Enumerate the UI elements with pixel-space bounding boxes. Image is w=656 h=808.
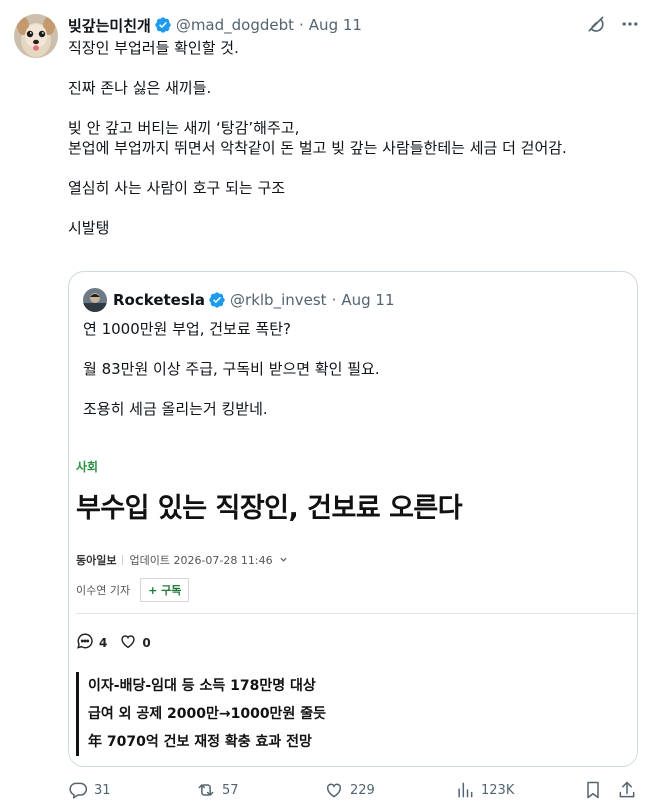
tweet-line: 시발탱 bbox=[68, 219, 110, 237]
summary-line: 급여 외 공제 2000만→1000만원 줄듯 bbox=[88, 706, 326, 722]
tweet-line: 열심히 사는 사람이 호구 되는 구조 bbox=[68, 179, 286, 197]
quoted-line: 조용히 세금 올리는거 킹받네. bbox=[83, 400, 268, 418]
byline-divider bbox=[122, 555, 124, 565]
views-icon bbox=[455, 780, 475, 800]
article-section: 사회 bbox=[76, 460, 99, 474]
tweet-header: 빚갚는미친개 @mad_dogdebt · Aug 11 bbox=[68, 14, 640, 36]
article-headline: 부수입 있는 직장인, 건보료 오른다 bbox=[76, 493, 463, 524]
reply-icon bbox=[68, 780, 88, 800]
quoted-text: 연 1000만원 부업, 건보료 폭탄? 월 83만원 이상 주급, 구독비 받… bbox=[83, 319, 380, 419]
article-comment-count: 4 bbox=[99, 635, 108, 650]
quoted-avatar[interactable] bbox=[83, 288, 107, 312]
like-icon bbox=[324, 780, 344, 800]
reply-button[interactable]: 31 bbox=[68, 780, 111, 800]
tweet-line: 본업에 부업까지 뛰면서 악착같이 돈 벌고 빚 갚는 사람들한테는 세금 더 … bbox=[68, 139, 567, 157]
article-summary: 이자-배당-임대 등 소득 178만명 대상 급여 외 공제 2000만→100… bbox=[76, 672, 326, 756]
bookmark-button[interactable] bbox=[583, 780, 603, 800]
article-comments: 4 bbox=[76, 632, 107, 653]
summary-line: 年 7070억 건보 재정 확충 효과 전망 bbox=[88, 734, 312, 750]
header-icons bbox=[586, 14, 640, 34]
article-stats: 4 0 bbox=[76, 632, 163, 653]
share-icon bbox=[617, 780, 637, 800]
share-button[interactable] bbox=[617, 780, 637, 800]
quoted-handle[interactable]: @rklb_invest bbox=[230, 291, 327, 309]
article-likes: 0 bbox=[119, 632, 151, 653]
timestamp[interactable]: Aug 11 bbox=[309, 16, 362, 34]
article-updated: 업데이트 2026-07-28 11:46 bbox=[129, 554, 273, 567]
article-reporter-row: 이수연 기자 + 구독 bbox=[76, 578, 190, 602]
chevron-down-icon bbox=[279, 554, 288, 567]
article-reporter: 이수연 기자 bbox=[76, 584, 131, 597]
verified-badge-icon bbox=[154, 16, 172, 34]
summary-line: 이자-배당-임대 등 소득 178만명 대상 bbox=[88, 678, 316, 694]
views-count: 123K bbox=[481, 782, 515, 798]
heart-icon bbox=[119, 632, 137, 653]
article-byline: 동아일보 업데이트 2026-07-28 11:46 bbox=[76, 552, 288, 568]
repost-count: 57 bbox=[222, 782, 239, 798]
grok-icon[interactable] bbox=[586, 14, 606, 34]
more-options-icon[interactable] bbox=[620, 14, 640, 34]
quoted-timestamp[interactable]: Aug 11 bbox=[341, 291, 394, 309]
like-count: 229 bbox=[350, 782, 375, 798]
quoted-header: Rocketesla @rklb_invest · Aug 11 bbox=[83, 288, 395, 312]
quoted-tweet[interactable]: Rocketesla @rklb_invest · Aug 11 연 1000만… bbox=[68, 271, 638, 767]
repost-icon bbox=[196, 780, 216, 800]
quoted-display-name[interactable]: Rocketesla bbox=[113, 291, 205, 309]
separator-dot: · bbox=[299, 16, 304, 34]
verified-badge-icon bbox=[208, 291, 226, 309]
quoted-line: 월 83만원 이상 주급, 구독비 받으면 확인 필요. bbox=[83, 360, 380, 378]
comment-icon bbox=[76, 632, 94, 653]
quoted-line: 연 1000만원 부업, 건보료 폭탄? bbox=[83, 320, 291, 338]
tweet-line: 빚 안 갚고 버티는 새끼 ‘탕감’해주고, bbox=[68, 119, 300, 137]
views-button[interactable]: 123K bbox=[455, 780, 514, 800]
subscribe-button: + 구독 bbox=[140, 578, 190, 602]
display-name[interactable]: 빚갚는미친개 bbox=[68, 15, 151, 36]
article-image[interactable]: 사회 부수입 있는 직장인, 건보료 오른다 동아일보 업데이트 2026-07… bbox=[69, 448, 637, 766]
like-button[interactable]: 229 bbox=[324, 780, 375, 800]
bookmark-icon bbox=[583, 780, 603, 800]
separator-dot: · bbox=[331, 291, 337, 309]
reply-count: 31 bbox=[94, 782, 111, 798]
article-divider bbox=[76, 613, 637, 614]
action-bar: 31 57 229 123K bbox=[68, 778, 640, 804]
tweet-line: 진짜 존나 싫은 새끼들. bbox=[68, 79, 212, 97]
tweet-text: 직장인 부업러들 확인할 것. 진짜 존나 싫은 새끼들. 빚 안 갚고 버티는… bbox=[68, 38, 640, 238]
article-publisher: 동아일보 bbox=[76, 554, 117, 567]
tweet-line: 직장인 부업러들 확인할 것. bbox=[68, 39, 239, 57]
article-like-count: 0 bbox=[142, 635, 151, 650]
avatar[interactable] bbox=[14, 14, 58, 58]
handle[interactable]: @mad_dogdebt bbox=[176, 16, 294, 34]
repost-button[interactable]: 57 bbox=[196, 780, 239, 800]
